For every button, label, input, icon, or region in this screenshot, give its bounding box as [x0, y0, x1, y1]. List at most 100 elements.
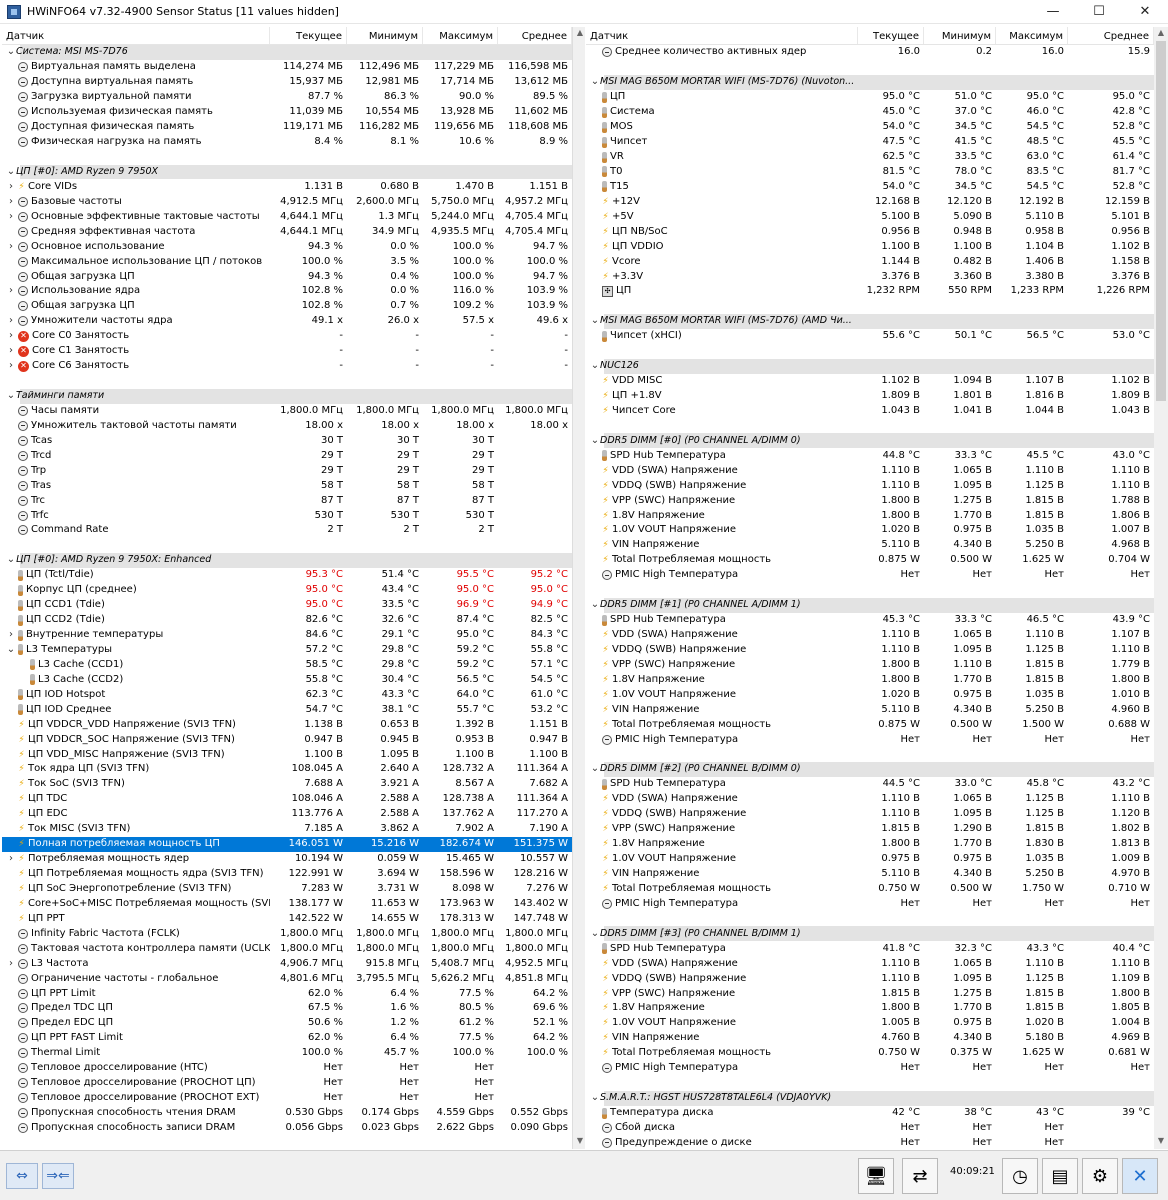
sensor-row[interactable]: Среднее количество активных ядер 16.0 0.2 1…: [586, 45, 1154, 60]
sensor-row[interactable]: L3 Cache (CCD2) 55.8 °C 30.4 °C 56.5 °C 54.5…: [2, 672, 572, 687]
sensor-row[interactable]: ⚡ 1.0V VOUT Напряжение 0.975 В 0.975 В 1.035…: [586, 852, 1154, 867]
sensor-row[interactable]: ⚡ ЦП Потребляемая мощность ядра (SVI3 TFN…: [2, 867, 572, 882]
sensor-row[interactable]: ⚡ ЦП VDDCR_VDD Напряжение (SVI3 TFN) 1.138…: [2, 717, 572, 732]
sensor-row[interactable]: ⚡ 1.8V Напряжение 1.800 В 1.770 В 1.815 В 1.8…: [586, 1001, 1154, 1016]
sensor-row[interactable]: ⚡ 1.0V VOUT Напряжение 1.020 В 0.975 В 1.035…: [586, 687, 1154, 702]
close-button[interactable]: ✕: [1122, 0, 1168, 24]
network-share-icon[interactable]: ⇄: [902, 1158, 938, 1194]
network-icon[interactable]: 🖥: [858, 1158, 894, 1194]
sensor-row[interactable]: ⚡ 1.8V Напряжение 1.800 В 1.770 В 1.815 В 1.8…: [586, 672, 1154, 687]
sensor-row[interactable]: › ✕ Core C6 Занятость - - - -: [2, 359, 572, 374]
sensor-row[interactable]: Загрузка виртуальной памяти 87.7 % 86.3 % 9…: [2, 90, 572, 105]
sensor-group-row[interactable]: ⌄ DDR5 DIMM [#2] (P0 CHANNEL B/DIMM 0): [591, 762, 1154, 777]
sensor-row[interactable]: T0 81.5 °C 78.0 °C 83.5 °C 81.7 °C: [586, 165, 1154, 180]
sensor-row[interactable]: ⚡ 1.0V VOUT Напряжение 1.020 В 0.975 В 1.035…: [586, 523, 1154, 538]
sensor-row[interactable]: › ⚡ Core VIDs 1.131 В 0.680 В 1.470 В 1.151 В: [2, 179, 572, 194]
sensor-row[interactable]: ⚡ VDDQ (SWB) Напряжение 1.110 В 1.095 В 1.12…: [586, 971, 1154, 986]
expand-chevron-icon[interactable]: ›: [6, 628, 16, 642]
sensor-group-row[interactable]: ⌄ DDR5 DIMM [#1] (P0 CHANNEL A/DIMM 1): [591, 597, 1154, 613]
sensor-row[interactable]: › Использование ядра 102.8 % 0.0 % 116.0 % 10…: [2, 284, 572, 299]
expand-chevron-icon[interactable]: ›: [6, 852, 16, 866]
sensor-row[interactable]: ⚡ +3.3V 3.376 В 3.360 В 3.380 В 3.376 В: [586, 269, 1154, 284]
sensor-row[interactable]: Физическая нагрузка на память 8.4 % 8.1 % 1…: [2, 135, 572, 150]
sensor-row[interactable]: › L3 Частота 4,906.7 МГц 915.8 МГц 5,408.7 М…: [2, 956, 572, 971]
log-file-icon[interactable]: ▤: [1042, 1158, 1078, 1194]
sensor-row[interactable]: ⚡ +5V 5.100 В 5.090 В 5.110 В 5.101 В: [586, 209, 1154, 224]
collapse-chevron-icon[interactable]: ⌄: [6, 165, 16, 179]
expand-chevron-icon[interactable]: ›: [6, 314, 16, 328]
sensor-row[interactable]: ⚡ VDDQ (SWB) Напряжение 1.110 В 1.095 В 1.12…: [586, 478, 1154, 493]
sensor-row[interactable]: Trp 29 T 29 T 29 T: [2, 463, 572, 478]
sensor-row[interactable]: Чипсет 47.5 °C 41.5 °C 48.5 °C 45.5 °C: [586, 135, 1154, 150]
scroll-thumb[interactable]: [1156, 41, 1166, 401]
sensor-row[interactable]: ЦП IOD Среднее 54.7 °C 38.1 °C 55.7 °C 53.2 …: [2, 702, 572, 717]
sensor-row[interactable]: Command Rate 2 T 2 T 2 T: [2, 523, 572, 538]
scroll-down-arrow-icon[interactable]: ▼: [573, 1136, 587, 1148]
sensor-row[interactable]: SPD Hub Температура 44.8 °C 33.3 °C 45.5 °C…: [586, 448, 1154, 463]
expand-chevron-icon[interactable]: ›: [6, 180, 16, 194]
column-header-sensor[interactable]: Датчик: [586, 27, 858, 44]
sensor-row[interactable]: ЦП 95.0 °C 51.0 °C 95.0 °C 95.0 °C: [586, 90, 1154, 105]
sensor-row[interactable]: › Базовые частоты 4,912.5 МГц 2,600.0 МГц 5,…: [2, 194, 572, 209]
sensor-group-row[interactable]: ⌄ Тайминги памяти: [7, 388, 572, 404]
sensor-row[interactable]: Корпус ЦП (среднее) 95.0 °C 43.4 °C 95.0 °C…: [2, 583, 572, 598]
sensor-row[interactable]: Температура диска 42 °C 38 °C 43 °C 39 °C: [586, 1106, 1154, 1121]
right-scrollbar[interactable]: ▲ ▼: [1154, 27, 1168, 1149]
sensor-row[interactable]: Предел TDC ЦП 67.5 % 1.6 % 80.5 % 69.6 %: [2, 1001, 572, 1016]
sensor-group-row[interactable]: ⌄ DDR5 DIMM [#0] (P0 CHANNEL A/DIMM 0): [591, 433, 1154, 449]
sensor-row[interactable]: Тактовая частота контроллера памяти (UCL…: [2, 941, 572, 956]
sensor-group-row[interactable]: ⌄ S.M.A.R.T.: HGST HUS728T8TALE6L4 (VDJA0…: [591, 1090, 1154, 1106]
sensor-row[interactable]: › ✕ Core C0 Занятость - - - -: [2, 329, 572, 344]
sensor-row[interactable]: Ограничение частоты - глобальное 4,801.6 …: [2, 971, 572, 986]
column-header-max[interactable]: Максимум: [423, 27, 498, 44]
sensor-row[interactable]: › Основные эффективные тактовые частоты 4,…: [2, 209, 572, 224]
sensor-row[interactable]: ⚡ VPP (SWC) Напряжение 1.800 В 1.110 В 1.815…: [586, 657, 1154, 672]
sensor-row[interactable]: ⚡ Чипсет Core 1.043 В 1.041 В 1.044 В 1.043 В: [586, 404, 1154, 419]
collapse-chevron-icon[interactable]: ⌄: [6, 389, 16, 403]
sensor-row[interactable]: ⚡ ЦП EDC 113.776 A 2.588 A 137.762 A 117.270 …: [2, 807, 572, 822]
sensor-row[interactable]: Trfc 530 T 530 T 530 T: [2, 508, 572, 523]
sensor-row[interactable]: VR 62.5 °C 33.5 °C 63.0 °C 61.4 °C: [586, 150, 1154, 165]
sensor-row[interactable]: Сбой диска Нет Нет Нет: [586, 1121, 1154, 1136]
minimize-button[interactable]: —: [1030, 0, 1076, 24]
close-sensors-icon[interactable]: ✕: [1122, 1158, 1158, 1194]
expand-collapse-icon[interactable]: ⇔: [6, 1163, 38, 1189]
sensor-row[interactable]: ⚡ VDD (SWA) Напряжение 1.110 В 1.065 В 1.110…: [586, 463, 1154, 478]
sensor-row[interactable]: ⚡ Ток SoC (SVI3 TFN) 7.688 A 3.921 A 8.567 A…: [2, 777, 572, 792]
sensor-group-row[interactable]: ⌄ ЦП [#0]: AMD Ryzen 9 7950X: [7, 164, 572, 180]
sensor-group-row[interactable]: ⌄ Система: MSI MS-7D76: [7, 45, 572, 60]
sensor-row[interactable]: ⚡ Core+SoC+MISC Потребляемая мощность (SV…: [2, 896, 572, 911]
sensor-group-row[interactable]: ⌄ NUC126: [591, 358, 1154, 374]
expand-chevron-icon[interactable]: ›: [6, 329, 16, 343]
column-header-sensor[interactable]: Датчик: [2, 27, 270, 44]
sensor-row[interactable]: ЦП PPT FAST Limit 62.0 % 6.4 % 77.5 % 64.2 %: [2, 1031, 572, 1046]
sensor-row[interactable]: ⚡ ЦП NB/SoC 0.956 В 0.948 В 0.958 В 0.956 В: [586, 224, 1154, 239]
sensor-row[interactable]: Пропускная способность записи DRAM 0.056 …: [2, 1121, 572, 1136]
sensor-row[interactable]: ⚡ ЦП TDC 108.046 A 2.588 A 128.738 A 111.364 …: [2, 792, 572, 807]
switch-view-icon[interactable]: ⇒⇐: [42, 1163, 74, 1189]
sensor-row[interactable]: ⚡ Ток ядра ЦП (SVI3 TFN) 108.045 A 2.640 A 1…: [2, 762, 572, 777]
sensor-row[interactable]: Часы памяти 1,800.0 МГц 1,800.0 МГц 1,800.0…: [2, 404, 572, 419]
sensor-row[interactable]: ⚡ Total Потребляемая мощность 0.750 W 0.500…: [586, 882, 1154, 897]
sensor-row[interactable]: ⚡ VDDQ (SWB) Напряжение 1.110 В 1.095 В 1.12…: [586, 643, 1154, 658]
collapse-chevron-icon[interactable]: ⌄: [590, 598, 600, 612]
sensor-row[interactable]: PMIC High Температура Нет Нет Нет Нет: [586, 896, 1154, 911]
sensor-row[interactable]: Тепловое дросселирование (PROCHOT ЦП) Нет…: [2, 1076, 572, 1091]
sensor-row[interactable]: Тепловое дросселирование (PROCHOT EXT) Не…: [2, 1091, 572, 1106]
sensor-row[interactable]: ⚡ +12V 12.168 В 12.120 В 12.192 В 12.159 В: [586, 194, 1154, 209]
sensor-row[interactable]: Чипсет (xHCI) 55.6 °C 50.1 °C 56.5 °C 53.0 °…: [586, 329, 1154, 344]
scroll-up-arrow-icon[interactable]: ▲: [1154, 28, 1168, 40]
sensor-row[interactable]: ⚡ VDD (SWA) Напряжение 1.110 В 1.065 В 1.110…: [586, 956, 1154, 971]
column-header-avg[interactable]: Среднее: [1068, 27, 1154, 44]
sensor-row[interactable]: › ✕ Core C1 Занятость - - - -: [2, 344, 572, 359]
sensor-row[interactable]: Доступная физическая память 119,171 МБ 116…: [2, 120, 572, 135]
sensor-row[interactable]: ЦП (Tctl/Tdie) 95.3 °C 51.4 °C 95.5 °C 95.2 …: [2, 568, 572, 583]
sensor-row[interactable]: Tras 58 T 58 T 58 T: [2, 478, 572, 493]
sensor-row[interactable]: Пропускная способность чтения DRAM 0.530 …: [2, 1106, 572, 1121]
sensor-row[interactable]: ⚡ VIN Напряжение 4.760 В 4.340 В 5.180 В 4.96…: [586, 1031, 1154, 1046]
sensor-row[interactable]: ⚡ ЦП +1.8V 1.809 В 1.801 В 1.816 В 1.809 В: [586, 389, 1154, 404]
sensor-row[interactable]: ⚡ VDD MISC 1.102 В 1.094 В 1.107 В 1.102 В: [586, 374, 1154, 389]
sensor-row[interactable]: ⚡ ЦП PPT 142.522 W 14.655 W 178.313 W 147.748…: [2, 911, 572, 926]
collapse-chevron-icon[interactable]: ⌄: [590, 75, 600, 89]
expand-chevron-icon[interactable]: ›: [6, 195, 16, 209]
